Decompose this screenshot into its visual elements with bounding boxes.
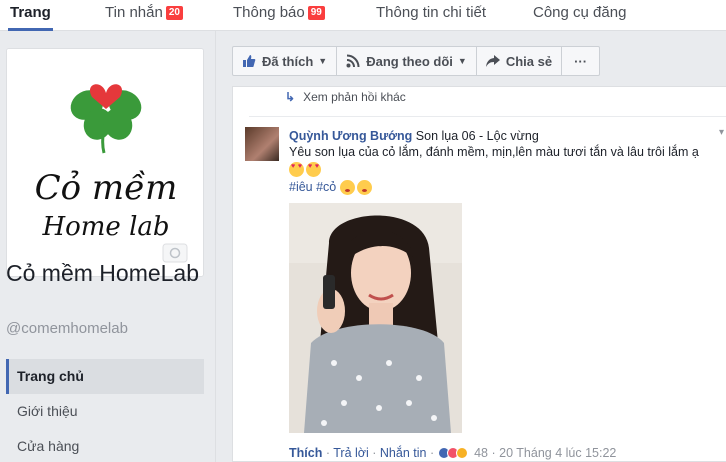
message-commenter-link[interactable]: Nhắn tin	[380, 446, 427, 460]
comment-body: Yêu son lụa của cỏ lắm, đánh mềm, mịn,lê…	[289, 145, 699, 159]
reaction-count[interactable]: 48	[474, 446, 488, 460]
chevron-down-icon[interactable]: ▾	[719, 127, 724, 138]
tab-messages-label: Tin nhắn	[105, 4, 163, 21]
hashtag-links[interactable]: #iêu #cỏ	[289, 180, 336, 194]
following-button[interactable]: Đang theo dõi ▼	[336, 46, 477, 76]
emoji-row	[289, 161, 323, 178]
page-action-bar: Đã thích ▼ Đang theo dõi ▼ Chia sẻ ···	[232, 46, 601, 76]
thumbs-up-icon	[243, 55, 256, 67]
comment-timestamp[interactable]: 20 Tháng 4 lúc 15:22	[499, 446, 616, 460]
share-arrow-icon	[485, 55, 500, 67]
tab-insights[interactable]: Thông tin chi tiết	[376, 0, 486, 31]
notifications-count-badge: 99	[307, 6, 325, 20]
kissing-emoji-icon	[339, 180, 355, 196]
separator: ·	[491, 446, 496, 460]
clover-logo: Cỏ mềm Home lab	[7, 49, 203, 276]
page-username[interactable]: @comemhomelab	[6, 320, 128, 337]
comment-photo[interactable]	[289, 203, 462, 433]
divider	[249, 116, 726, 117]
tab-publishing-tools[interactable]: Công cụ đăng	[533, 0, 626, 31]
tab-notifications[interactable]: Thông báo 99	[233, 0, 325, 31]
rss-icon	[346, 54, 360, 68]
tab-page-label: Trang	[10, 4, 51, 21]
page-top-nav: Trang Tin nhắn 20 Thông báo 99 Thông tin c…	[0, 0, 726, 31]
reply-comment-link[interactable]: Trả lời	[333, 446, 369, 460]
view-more-replies-label: Xem phản hồi khác	[303, 90, 406, 104]
page-name: Cỏ mềm HomeLab	[6, 260, 200, 286]
left-sidebar: Cỏ mềm Home lab Cỏ mềm HomeLab @comemhom…	[0, 31, 216, 462]
menu-item-shop[interactable]: Cửa hàng	[6, 429, 204, 462]
tab-page[interactable]: Trang	[8, 0, 53, 31]
separator: ·	[429, 446, 435, 460]
menu-item-home[interactable]: Trang chủ	[6, 359, 204, 394]
like-comment-link[interactable]: Thích	[289, 446, 322, 460]
tab-insights-label: Thông tin chi tiết	[376, 4, 487, 21]
separator: ·	[372, 446, 377, 460]
liked-label: Đã thích	[262, 53, 314, 69]
chevron-down-icon: ▼	[457, 56, 467, 66]
comment-author-link[interactable]: Quỳnh Ương Bướng	[289, 129, 412, 143]
heart-eyes-emoji-icon	[289, 162, 304, 178]
menu-item-about[interactable]: Giới thiệu	[6, 394, 204, 429]
more-options-icon: ···	[574, 53, 588, 69]
tab-messages[interactable]: Tin nhắn 20	[105, 0, 183, 31]
view-more-replies-link[interactable]: ↳ Xem phản hồi khác	[285, 90, 406, 104]
share-label: Chia sẻ	[505, 53, 553, 69]
page-menu: Trang chủ Giới thiệu Cửa hàng	[6, 359, 204, 462]
liked-button[interactable]: Đã thích ▼	[232, 46, 338, 76]
post-comments-card: ↳ Xem phản hồi khác ▾ Quỳnh Ương Bướng So…	[232, 86, 726, 462]
comment-hashtags: #iêu #cỏ	[289, 180, 374, 196]
more-options-button[interactable]: ···	[561, 46, 601, 76]
comment-photo-image	[289, 203, 462, 433]
chevron-down-icon: ▼	[318, 56, 328, 66]
comment-product-name: Son lụa 06 - Lộc vừng	[415, 129, 539, 143]
reaction-icons[interactable]	[437, 446, 468, 460]
profile-picture[interactable]: Cỏ mềm Home lab	[6, 48, 204, 277]
comment-header: Quỳnh Ương Bướng Son lụa 06 - Lộc vừng	[289, 129, 539, 143]
reply-arrow-icon: ↳	[285, 90, 296, 104]
separator: ·	[325, 446, 330, 460]
comment-actions: Thích · Trả lời · Nhắn tin · 48 · 20 Thá…	[289, 446, 616, 460]
kissing-emoji-icon	[356, 180, 372, 196]
tab-notifications-label: Thông báo	[233, 4, 305, 21]
heart-eyes-emoji-icon	[306, 162, 321, 178]
tab-publishing-tools-label: Công cụ đăng	[533, 4, 627, 21]
avatar[interactable]	[245, 127, 279, 161]
share-button[interactable]: Chia sẻ	[475, 46, 563, 76]
messages-count-badge: 20	[165, 6, 183, 20]
logo-title: Cỏ mềm	[35, 168, 178, 208]
haha-reaction-icon	[455, 447, 468, 459]
logo-subtitle: Home lab	[41, 212, 169, 242]
following-label: Đang theo dõi	[366, 53, 453, 69]
